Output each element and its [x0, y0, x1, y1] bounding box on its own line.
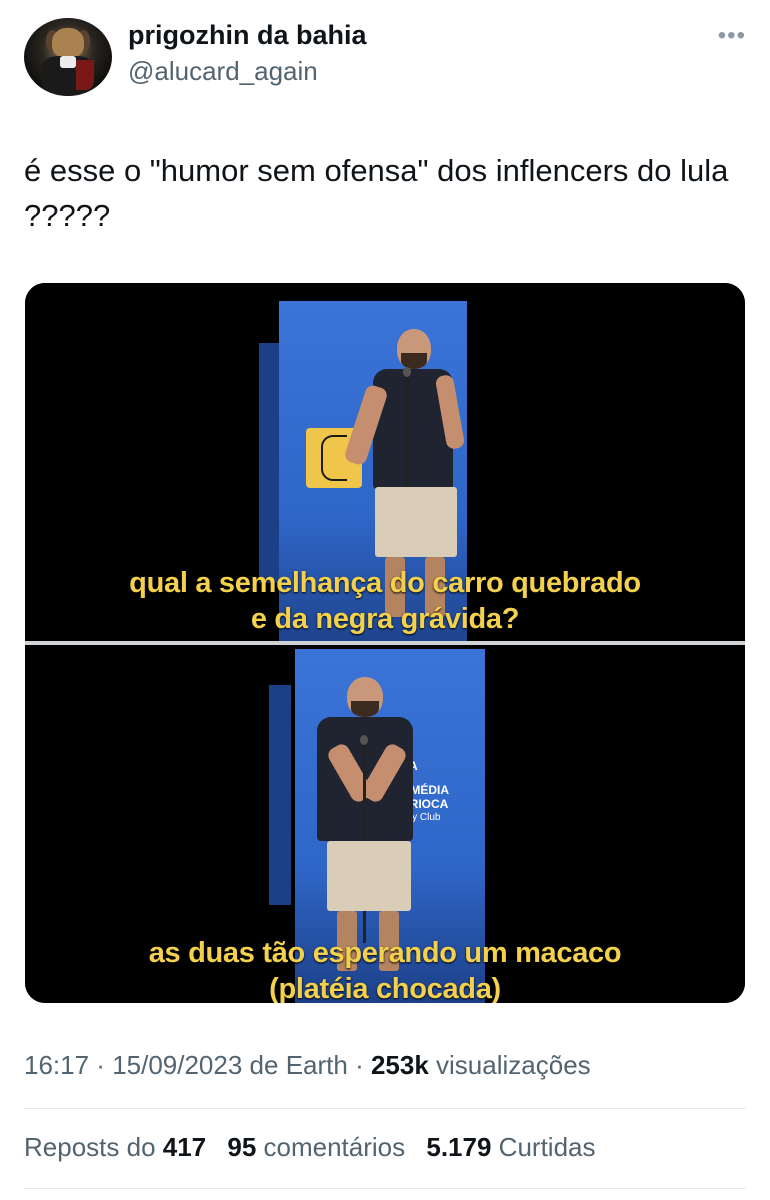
- avatar-dog-head: [52, 28, 84, 58]
- meta-separator: ·: [89, 1050, 113, 1080]
- caption-line: qual a semelhança do carro quebrado: [129, 567, 641, 599]
- reposts-label: Reposts do: [24, 1132, 163, 1162]
- likes-stat[interactable]: 5.179 Curtidas: [426, 1132, 595, 1162]
- stage-side-wall: [269, 685, 291, 905]
- author-handle[interactable]: @alucard_again: [128, 56, 318, 87]
- comedian-shorts: [375, 487, 457, 557]
- avatar-dog-collar: [60, 56, 76, 68]
- likes-count: 5.179: [426, 1132, 492, 1162]
- tweet-time[interactable]: 16:17: [24, 1050, 89, 1080]
- tweet-meta: 16:17 · 15/09/2023 de Earth · 253k visua…: [24, 1050, 591, 1081]
- stage-logo-face: [321, 435, 347, 481]
- comedian-shorts: [327, 841, 411, 911]
- stage-side-wall: [259, 343, 279, 583]
- author-name[interactable]: prigozhin da bahia: [128, 20, 367, 51]
- caption-line: as duas tão esperando um macaco: [148, 937, 622, 969]
- avatar-dog-cape: [76, 60, 94, 90]
- divider: [24, 1188, 746, 1189]
- media-panel-bottom: SA OMÉDIA ARIOCA edy Club as duas tão es…: [25, 645, 745, 1003]
- tweet-header: prigozhin da bahia @alucard_again •••: [24, 18, 746, 98]
- avatar[interactable]: [24, 18, 112, 96]
- subtitle-caption: as duas tão esperando um macaco (platéia…: [25, 935, 745, 1003]
- comedian-beard: [351, 701, 379, 717]
- media-panel-top: qual a semelhança do carro quebrado e da…: [25, 283, 745, 641]
- tweet-stats: Reposts do 417 95 comentários 5.179 Curt…: [24, 1132, 610, 1163]
- subtitle-caption: qual a semelhança do carro quebrado e da…: [25, 565, 745, 637]
- tweet-source: de Earth: [242, 1050, 348, 1080]
- views-label: visualizações: [428, 1050, 591, 1080]
- tweet-date[interactable]: 15/09/2023: [112, 1050, 242, 1080]
- ellipsis-icon[interactable]: •••: [718, 22, 746, 50]
- divider: [24, 1108, 746, 1109]
- caption-line: (platéia chocada): [269, 973, 501, 1003]
- views-count[interactable]: 253k: [371, 1050, 429, 1080]
- comments-stat[interactable]: 95 comentários: [227, 1132, 405, 1162]
- caption-line: e da negra grávida?: [250, 603, 520, 635]
- meta-separator: ·: [347, 1050, 371, 1080]
- mic-icon: [360, 735, 368, 745]
- reposts-stat[interactable]: Reposts do 417: [24, 1132, 206, 1162]
- likes-label: Curtidas: [491, 1132, 596, 1162]
- comments-count: 95: [227, 1132, 257, 1162]
- media-image[interactable]: qual a semelhança do carro quebrado e da…: [25, 283, 745, 1003]
- mic-icon: [403, 367, 411, 377]
- tweet-text: é esse o "humor sem ofensa" dos inflence…: [24, 153, 729, 233]
- reposts-count: 417: [162, 1132, 207, 1162]
- comments-label: comentários: [256, 1132, 406, 1162]
